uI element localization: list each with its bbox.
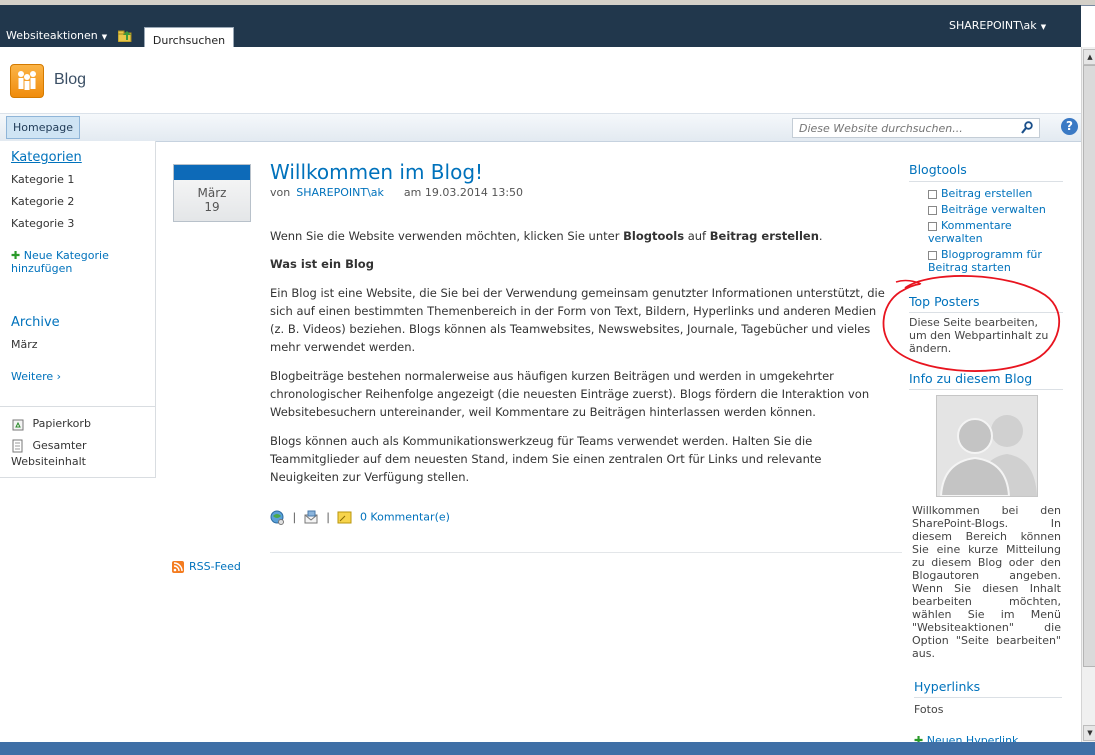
user-name: SHAREPOINT\ak — [949, 19, 1037, 32]
hyperlinks-header: Hyperlinks — [914, 679, 981, 694]
divider — [909, 312, 1063, 313]
site-title-area: Blog — [0, 47, 1081, 113]
more-archives-link[interactable]: Weitere › — [11, 370, 61, 383]
post-date-badge: März 19 — [173, 164, 251, 222]
bullet-icon — [928, 221, 937, 231]
intro-text: auf — [684, 229, 710, 243]
divider — [270, 552, 902, 553]
rss-feed-link[interactable]: RSS-Feed — [172, 560, 241, 573]
rss-label: RSS-Feed — [189, 560, 241, 573]
post-paragraph: Ein Blog ist eine Website, die Sie bei d… — [270, 286, 885, 354]
separator: | — [292, 510, 297, 524]
comment-icon[interactable] — [337, 510, 352, 525]
scrollbar-thumb[interactable] — [1083, 65, 1095, 667]
scroll-down-icon[interactable]: ▼ — [1083, 725, 1095, 741]
divider — [0, 406, 155, 407]
recycle-bin-icon — [12, 419, 24, 431]
blogtools-header: Blogtools — [909, 162, 967, 177]
rss-icon — [172, 561, 184, 573]
comments-link[interactable]: 0 Kommentar(e) — [360, 511, 450, 524]
about-blog-text: Willkommen bei den SharePoint-Blogs. In … — [912, 504, 1061, 660]
post-date: am 19.03.2014 13:50 — [403, 186, 524, 199]
intro-blogtools: Blogtools — [623, 229, 685, 243]
tool-label: Beiträge verwalten — [941, 203, 1046, 216]
site-actions-menu[interactable]: Websiteaktionen ▼ — [6, 29, 107, 42]
nav-homepage[interactable]: Homepage — [6, 116, 80, 139]
divider — [909, 181, 1063, 182]
divider — [909, 389, 1063, 390]
about-blog-header: Info zu diesem Blog — [909, 371, 1033, 386]
new-category-link[interactable]: ✚ Neue Kategorie hinzufügen — [11, 249, 126, 275]
navigate-up-icon[interactable] — [118, 30, 132, 42]
all-site-content-link[interactable]: Gesamter Websiteinhalt — [11, 438, 131, 470]
top-navigation: Homepage ? — [0, 113, 1081, 142]
intro-create-post: Beitrag erstellen — [709, 229, 819, 243]
ribbon-bar: Websiteaktionen ▼ Durchsuchen SHAREPOINT\… — [0, 5, 1081, 53]
post-paragraph: Blogs können auch als Kommunikationswerk… — [270, 434, 822, 484]
taskbar-edge — [0, 742, 1095, 755]
category-item[interactable]: Kategorie 3 — [11, 217, 74, 230]
top-posters-header: Top Posters — [909, 294, 980, 309]
intro-text: . — [818, 229, 823, 243]
categories-header[interactable]: Kategorien — [11, 150, 82, 165]
permalink-icon[interactable] — [270, 510, 285, 525]
post-meta: von SHAREPOINT\ak am 19.03.2014 13:50 — [270, 186, 523, 199]
archive-item[interactable]: März — [11, 338, 38, 351]
chevron-down-icon: ▼ — [1040, 23, 1047, 31]
profile-picture — [936, 395, 1038, 497]
vertical-scrollbar[interactable]: ▲ ▼ — [1081, 47, 1095, 742]
email-link-icon[interactable] — [304, 510, 319, 525]
post-heading: Was ist ein Blog — [270, 257, 374, 271]
date-badge-bar — [174, 165, 250, 180]
recycle-bin-label: Papierkorb — [32, 417, 91, 430]
post-title[interactable]: Willkommen im Blog! — [270, 160, 483, 184]
tool-label: Kommentare verwalten — [928, 219, 1012, 245]
manage-posts-link[interactable]: Beiträge verwalten — [928, 203, 1062, 216]
launch-blog-program-link[interactable]: Blogprogramm für Beitrag starten — [928, 248, 1062, 274]
hyperlink-item[interactable]: Fotos — [914, 703, 943, 716]
post-by: von — [270, 186, 291, 199]
help-icon[interactable]: ? — [1061, 118, 1078, 135]
post-day: 19 — [204, 200, 220, 214]
site-title[interactable]: Blog — [54, 71, 86, 89]
recycle-bin-link[interactable]: Papierkorb — [11, 417, 91, 431]
tool-label: Blogprogramm für Beitrag starten — [928, 248, 1042, 274]
quick-launch: Kategorien Kategorie 1 Kategorie 2 Kateg… — [0, 141, 156, 478]
divider — [914, 697, 1062, 698]
tool-label: Beitrag erstellen — [941, 187, 1033, 200]
create-post-link[interactable]: Beitrag erstellen — [928, 187, 1062, 200]
post-intro: Wenn Sie die Website verwenden möchten, … — [270, 227, 892, 245]
site-logo-icon[interactable] — [10, 64, 44, 98]
archive-header[interactable]: Archive — [11, 315, 60, 330]
intro-text: Wenn Sie die Website verwenden möchten, … — [270, 229, 624, 243]
people-icon — [18, 71, 36, 90]
search-input[interactable] — [793, 119, 1025, 137]
post-month: März — [197, 186, 227, 200]
add-icon: ✚ — [11, 249, 21, 262]
search-box — [792, 118, 1040, 138]
category-item[interactable]: Kategorie 2 — [11, 195, 74, 208]
manage-comments-link[interactable]: Kommentare verwalten — [928, 219, 1062, 245]
top-posters-text: Diese Seite bearbeiten, um den Webpartin… — [909, 316, 1049, 355]
post-actions: | | 0 Kommentar(e) — [270, 510, 450, 525]
site-content-icon — [12, 439, 23, 453]
person-silhouette-icon — [937, 396, 1037, 496]
separator: | — [326, 510, 330, 524]
user-menu[interactable]: SHAREPOINT\ak ▼ — [949, 19, 1046, 32]
bullet-icon — [928, 205, 937, 215]
post-author-link[interactable]: SHAREPOINT\ak — [296, 186, 384, 199]
new-category-label: Neue Kategorie hinzufügen — [11, 249, 109, 275]
search-icon[interactable] — [1021, 121, 1033, 134]
bullet-icon — [928, 189, 937, 199]
category-item[interactable]: Kategorie 1 — [11, 173, 74, 186]
post-paragraph: Blogbeiträge bestehen normalerweise aus … — [270, 369, 870, 419]
chevron-down-icon: ▼ — [101, 33, 108, 41]
site-actions-label: Websiteaktionen — [6, 29, 98, 42]
scroll-up-icon[interactable]: ▲ — [1083, 49, 1095, 65]
bullet-icon — [928, 250, 937, 260]
